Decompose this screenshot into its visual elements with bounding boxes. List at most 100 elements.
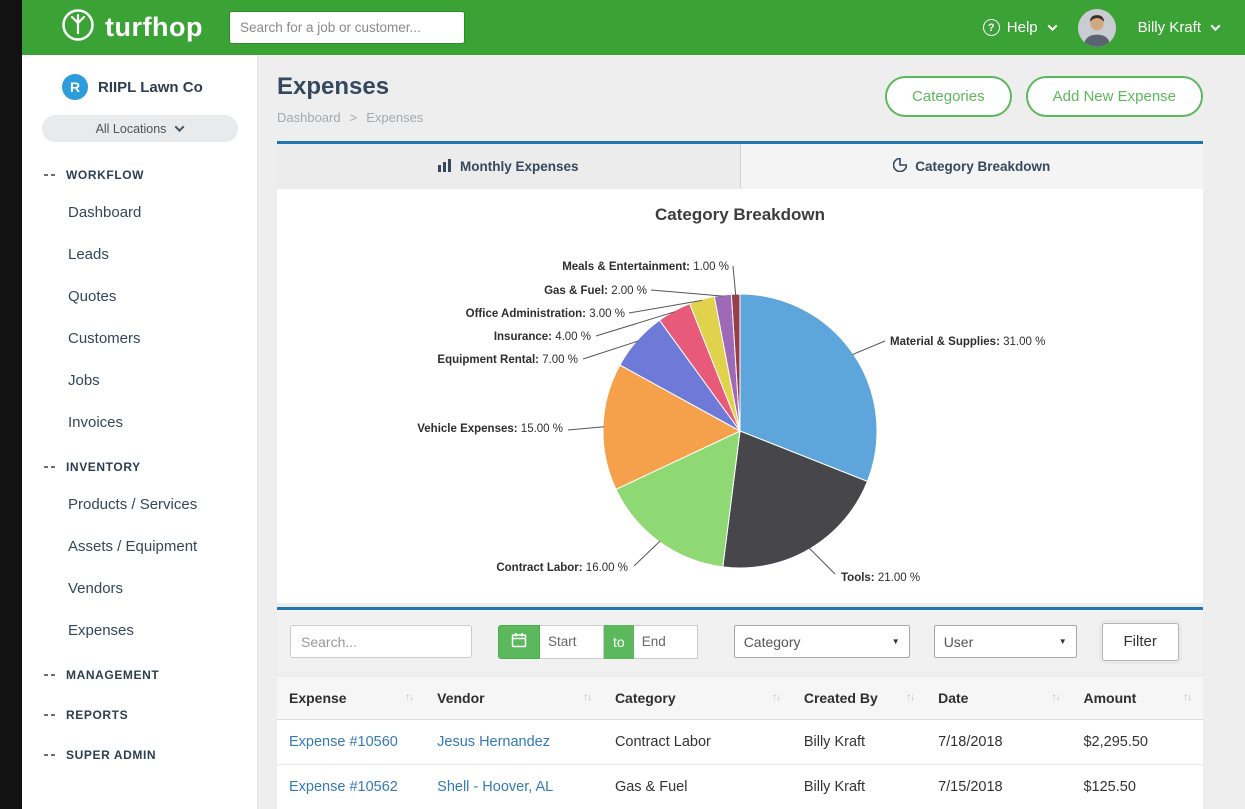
user-select[interactable]: User ▼ xyxy=(934,625,1077,658)
turfhop-logo[interactable]: turfhop xyxy=(60,7,203,48)
sidebar-section-label: WORKFLOW xyxy=(66,168,144,182)
sidebar-section-workflow[interactable]: WORKFLOW xyxy=(22,152,257,192)
sidebar-section-super-admin[interactable]: SUPER ADMIN xyxy=(22,732,257,772)
sidebar-section-label: MANAGEMENT xyxy=(66,668,159,682)
chevron-down-icon xyxy=(1211,21,1221,31)
pie-label-line xyxy=(651,290,723,296)
breadcrumb-dashboard[interactable]: Dashboard xyxy=(277,110,341,125)
column-label: Date xyxy=(938,690,968,706)
sidebar-section-management[interactable]: MANAGEMENT xyxy=(22,652,257,692)
sort-icon[interactable]: ↑↓ xyxy=(405,692,413,703)
expense-link[interactable]: Expense #10560 xyxy=(289,734,398,750)
vendor-link[interactable]: Shell - Hoover, AL xyxy=(437,779,553,795)
tab-category-breakdown[interactable]: Category Breakdown xyxy=(740,144,1204,189)
category-breakdown-chart: Category Breakdown Material & Supplies: … xyxy=(277,189,1203,603)
table-search-input[interactable] xyxy=(290,625,472,658)
user-avatar[interactable] xyxy=(1078,9,1116,47)
cell-created_by: Billy Kraft xyxy=(792,765,926,809)
company-name: RIIPL Lawn Co xyxy=(98,79,203,96)
user-menu[interactable]: Billy Kraft xyxy=(1138,19,1219,36)
sidebar-item-assets-equipment[interactable]: Assets / Equipment xyxy=(22,526,257,568)
sidebar-item-jobs[interactable]: Jobs xyxy=(22,360,257,402)
company-logo: R xyxy=(62,74,88,100)
column-header-amount[interactable]: Amount↑↓ xyxy=(1071,677,1203,720)
cell-category: Contract Labor xyxy=(603,720,792,765)
column-header-vendor[interactable]: Vendor ↑↓ xyxy=(425,677,603,720)
sidebar-section-reports[interactable]: REPORTS xyxy=(22,692,257,732)
chart-tabs: Monthly Expenses Category Breakdown xyxy=(277,141,1203,189)
column-label: Vendor xyxy=(437,690,484,706)
turfhop-logo-icon xyxy=(60,7,96,48)
location-selector[interactable]: All Locations xyxy=(42,115,238,142)
expense-link[interactable]: Expense #10562 xyxy=(289,779,398,795)
column-header-category[interactable]: Category ↑↓ xyxy=(603,677,792,720)
column-header-expense[interactable]: Expense ↑↓ xyxy=(277,677,425,720)
sidebar-item-vendors[interactable]: Vendors xyxy=(22,568,257,610)
help-menu[interactable]: ? Help xyxy=(983,19,1056,36)
page-title: Expenses xyxy=(277,73,423,101)
sort-icon[interactable]: ↑↓ xyxy=(772,692,780,703)
table-row: Expense #10560 Jesus Hernandez Contract La… xyxy=(277,720,1203,765)
vendor-link[interactable]: Jesus Hernandez xyxy=(437,734,550,750)
sidebar-item-quotes[interactable]: Quotes xyxy=(22,276,257,318)
user-name: Billy Kraft xyxy=(1138,19,1201,36)
category-select[interactable]: Category ▼ xyxy=(734,625,910,658)
sidebar-section-inventory[interactable]: INVENTORY xyxy=(22,444,257,484)
sidebar-item-expenses[interactable]: Expenses xyxy=(22,610,257,652)
add-new-expense-button[interactable]: Add New Expense xyxy=(1026,76,1203,117)
cell-date: 7/15/2018 xyxy=(926,765,1071,809)
pie-label-tools: Tools: 21.00 % xyxy=(841,572,920,584)
calendar-button[interactable] xyxy=(498,625,540,659)
pie-label-meals-entertainment: Meals & Entertainment: 1.00 % xyxy=(562,261,729,273)
end-date-input[interactable] xyxy=(634,625,698,659)
cell-amount: $2,295.50 xyxy=(1071,720,1203,765)
cell-date: 7/18/2018 xyxy=(926,720,1071,765)
tab-monthly-expenses[interactable]: Monthly Expenses xyxy=(277,144,740,189)
pie-label-equipment-rental: Equipment Rental: 7.00 % xyxy=(437,354,578,366)
sort-icon[interactable]: ↑↓ xyxy=(1051,692,1059,703)
sidebar-item-invoices[interactable]: Invoices xyxy=(22,402,257,444)
table-row: Expense #10562 Shell - Hoover, AL Gas & Fu… xyxy=(277,765,1203,809)
company-header: R RIIPL Lawn Co xyxy=(22,55,257,113)
section-dash-icon xyxy=(44,466,57,468)
section-dash-icon xyxy=(44,754,57,756)
main-content: Expenses Dashboard > Expenses Categories… xyxy=(258,55,1245,809)
help-icon: ? xyxy=(983,19,1000,36)
column-header-created-by[interactable]: Created By↑↓ xyxy=(792,677,926,720)
select-arrow-icon: ▼ xyxy=(1059,637,1067,646)
sidebar-item-leads[interactable]: Leads xyxy=(22,234,257,276)
pie-label-vehicle-expenses: Vehicle Expenses: 15.00 % xyxy=(417,423,563,435)
pie-label-material-supplies: Material & Supplies: 31.00 % xyxy=(890,336,1045,348)
select-arrow-icon: ▼ xyxy=(892,637,900,646)
sidebar-section-label: SUPER ADMIN xyxy=(66,748,156,762)
pie-label-insurance: Insurance: 4.00 % xyxy=(494,331,591,343)
job-search-input[interactable] xyxy=(229,11,465,44)
pie-label-line xyxy=(809,548,835,574)
calendar-icon xyxy=(511,632,527,651)
start-date-input[interactable] xyxy=(540,625,604,659)
sort-icon[interactable]: ↑↓ xyxy=(583,692,591,703)
category-select-value: Category xyxy=(744,634,801,650)
date-range-group: to xyxy=(498,625,698,659)
sort-icon[interactable]: ↑↓ xyxy=(906,692,914,703)
sidebar-section-label: INVENTORY xyxy=(66,460,141,474)
cell-expense: Expense #10562 xyxy=(277,765,425,809)
cell-category: Gas & Fuel xyxy=(603,765,792,809)
brand-name: turfhop xyxy=(105,12,203,43)
cell-amount: $125.50 xyxy=(1071,765,1203,809)
sidebar-item-customers[interactable]: Customers xyxy=(22,318,257,360)
sidebar-item-products-services[interactable]: Products / Services xyxy=(22,484,257,526)
filter-button[interactable]: Filter xyxy=(1102,623,1179,661)
sort-icon[interactable]: ↑↓ xyxy=(1183,692,1191,703)
cell-expense: Expense #10560 xyxy=(277,720,425,765)
section-dash-icon xyxy=(44,674,57,676)
table-body: Expense #10560 Jesus Hernandez Contract La… xyxy=(277,720,1203,809)
sidebar-section-label: REPORTS xyxy=(66,708,128,722)
pie-label-contract-labor: Contract Labor: 16.00 % xyxy=(496,562,628,574)
column-label: Expense xyxy=(289,690,347,706)
column-header-date[interactable]: Date ↑↓ xyxy=(926,677,1071,720)
categories-button[interactable]: Categories xyxy=(885,76,1012,117)
column-label: Category xyxy=(615,690,676,706)
pie-label-office-administration: Office Administration: 3.00 % xyxy=(466,308,625,320)
sidebar-item-dashboard[interactable]: Dashboard xyxy=(22,192,257,234)
